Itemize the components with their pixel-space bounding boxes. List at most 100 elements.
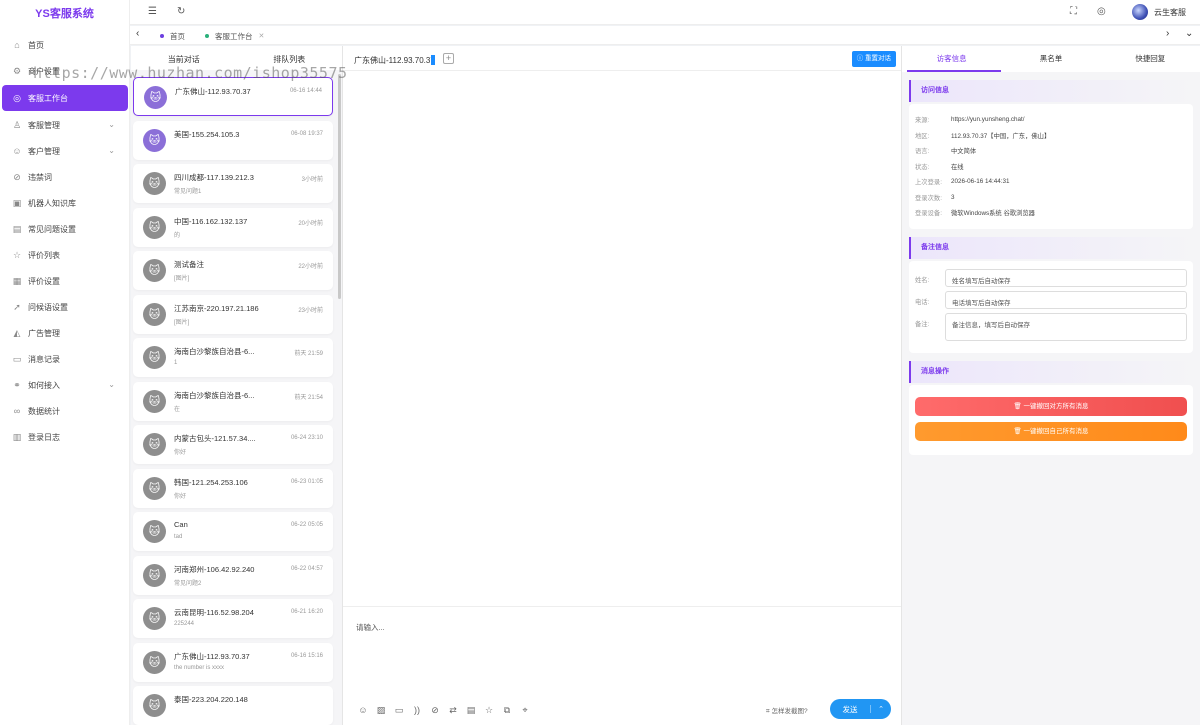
avatar: 🐱 (143, 476, 166, 500)
star-icon[interactable]: ☆ (480, 705, 498, 716)
conversation-time: 前天 21:54 (294, 394, 323, 401)
app-logo: YS客服系统 (35, 8, 94, 20)
sidebar-item-5[interactable]: ⊘ 违禁词 (0, 164, 129, 190)
visit-info-value: 3 (951, 193, 955, 201)
conversation-name: 海南白沙黎族自治县-6... (174, 390, 255, 400)
conversation-item[interactable]: 🐱 广东佛山-112.93.70.37 06-16 14:44 (133, 77, 333, 116)
sidebar-item-6[interactable]: ▣ 机器人知识库 (0, 190, 129, 216)
sidebar-item-label: 评价列表 (28, 250, 60, 260)
conversation-item[interactable]: 🐱 Can 06-22 05:05 tad (133, 512, 333, 551)
reset-conversation-button[interactable]: ⓘ 重置对话 (851, 51, 896, 67)
send-icon: ➚ (13, 302, 21, 312)
note-field[interactable]: 备注信息，填写后自动保存 (945, 312, 1187, 341)
chat-toolbar: ☺ ▨ ▭ )) ⊘ ⇄ ▤ ☆ ⧉ ⌖ (354, 705, 534, 716)
conversation-item[interactable]: 🐱 云南昆明-116.52.98.204 06-21 16:20 225244 (133, 599, 333, 638)
conversation-last-message: 常见问题1 (174, 189, 202, 195)
conversation-item[interactable]: 🐱 海南白沙黎族自治县-6... 前天 21:59 1 (133, 338, 333, 377)
sidebar-item-13[interactable]: ⚭ 如何接入 ⌄ (0, 372, 129, 398)
conversation-item[interactable]: 🐱 泰国-223.204.220.148 (133, 686, 333, 725)
conversation-time: 06-08 19:37 (290, 130, 323, 137)
phone-label: 电话: (915, 298, 930, 306)
menu-toggle-icon[interactable]: ☰ (148, 6, 157, 17)
refresh-icon[interactable]: ↻ (177, 6, 185, 17)
conversation-time: 06-16 14:44 (289, 88, 322, 94)
tab-home[interactable]: 首页 (160, 29, 185, 43)
sidebar-item-15[interactable]: ▥ 登录日志 (0, 424, 129, 450)
page-tabs: ‹ 首页 客服工作台 ✕ › ⌄ (130, 26, 1200, 45)
conversation-time: 06-21 16:20 (290, 609, 323, 615)
faq-icon[interactable]: ▤ (462, 705, 480, 716)
visit-info-row: 来源: https://yun.yunsheng.chat/ (915, 112, 1187, 128)
chat-status-marker (431, 55, 435, 65)
tab-label: 首页 (170, 31, 185, 41)
conversation-item[interactable]: 🐱 美国-155.254.105.3 06-08 19:37 (133, 120, 333, 160)
username: 云生客服 (1154, 7, 1186, 17)
sidebar-item-8[interactable]: ☆ 评价列表 (0, 242, 129, 268)
sidebar-item-0[interactable]: ⌂ 首页 (0, 32, 129, 58)
conversation-item[interactable]: 🐱 内蒙古包头-121.57.34.... 06-24 23:10 你好 (133, 425, 333, 464)
tab-close-icon[interactable]: ✕ (259, 32, 265, 40)
tab-workbench[interactable]: 客服工作台 ✕ (205, 29, 264, 43)
sidebar-item-1[interactable]: ⚙ 商户设置 (0, 58, 129, 84)
shuffle-icon[interactable]: ⇄ (444, 705, 462, 716)
expand-icon[interactable]: + (443, 53, 454, 64)
sidebar-item-9[interactable]: ▦ 评价设置 (0, 268, 129, 294)
conversation-item[interactable]: 🐱 河南郑州-106.42.92.240 06-22 04:57 常见问题2 (133, 555, 333, 595)
chevron-down-icon: ⌄ (108, 380, 115, 389)
tab-quick-reply[interactable]: 快捷回复 (1101, 46, 1200, 72)
sidebar-item-4[interactable]: ☺ 客户管理 ⌄ (0, 138, 129, 164)
tab-queue-list[interactable]: 排队列表 (237, 46, 343, 70)
tabs-prev-icon[interactable]: ‹ (136, 28, 139, 39)
conversation-name: 河南郑州-106.42.92.240 (174, 564, 255, 574)
visit-info-row: 上次登录: 2026-06-16 14:44:31 (915, 174, 1187, 190)
sidebar-item-14[interactable]: ∞ 数据统计 (0, 398, 129, 424)
tabs-dropdown-icon[interactable]: ⌄ (1185, 28, 1193, 39)
conversation-scrollbar[interactable] (338, 74, 341, 299)
fullscreen-icon[interactable]: ⛶ (1070, 6, 1077, 17)
settings-icon[interactable]: ◎ (1097, 6, 1106, 17)
recall-own-messages-button[interactable]: 🗑 一键撤回自己所有消息 (915, 421, 1187, 441)
recall-other-messages-button[interactable]: 🗑 一键撤回对方所有消息 (915, 396, 1187, 416)
send-button[interactable]: 发送 ⌃ (830, 699, 891, 719)
conversation-last-message: 225244 (174, 621, 195, 627)
tab-blacklist[interactable]: 黑名单 (1001, 46, 1100, 72)
voice-icon[interactable]: )) (408, 705, 426, 716)
conversation-item[interactable]: 🐱 江苏南京-220.197.21.186 23小时前 [图片] (133, 294, 333, 334)
sidebar-item-10[interactable]: ➚ 问候语设置 (0, 294, 129, 320)
sidebar-item-label: 如何接入 (28, 380, 60, 390)
conversation-item[interactable]: 🐱 海南白沙黎族自治县-6... 前天 21:54 在 (133, 381, 333, 421)
folder-icon[interactable]: ▭ (390, 705, 408, 716)
message-input[interactable]: 请输入... (356, 622, 385, 633)
location-icon[interactable]: ⌖ (516, 705, 534, 716)
conversation-item[interactable]: 🐱 四川成都-117.139.212.3 3小时前 常见问题1 (133, 164, 333, 203)
conversation-item[interactable]: 🐱 韩国-121.254.253.106 06-23 01:05 你好 (133, 468, 333, 508)
tab-label: 客服工作台 (215, 31, 253, 41)
conversation-item[interactable]: 🐱 中国-116.162.132.137 20小时前的 (133, 207, 333, 247)
tabs-next-icon[interactable]: › (1166, 28, 1169, 39)
tab-visitor-info[interactable]: 访客信息 (902, 46, 1002, 72)
user-menu[interactable]: 云生客服 (1132, 4, 1186, 20)
translate-icon[interactable]: ⧉ (498, 705, 516, 716)
sidebar-item-7[interactable]: ▤ 常见问题设置 (0, 216, 129, 242)
sidebar-item-12[interactable]: ▭ 消息记录 (0, 346, 129, 372)
sidebar-item-label: 数据统计 (28, 406, 60, 416)
emoji-icon[interactable]: ☺ (354, 705, 372, 716)
phone-field[interactable]: 电话填写后自动保存 (945, 290, 1187, 309)
block-icon[interactable]: ⊘ (426, 705, 444, 716)
sidebar-item-2[interactable]: ◎ 客服工作台 (2, 85, 128, 111)
tab-current-conversations[interactable]: 当前对话 (131, 46, 237, 70)
conversation-last-message: 你好 (174, 450, 187, 456)
conversation-name: 美国-155.254.105.3 (174, 129, 240, 139)
conversation-last-message: 你好 (174, 493, 187, 500)
sidebar-item-3[interactable]: ♙ 客服管理 ⌄ (0, 112, 129, 138)
image-icon[interactable]: ▨ (372, 705, 390, 716)
sidebar-item-11[interactable]: ◭ 广告管理 (0, 320, 129, 346)
conversation-item[interactable]: 🐱 广东佛山-112.93.70.37 06-16 15:16 the number … (133, 642, 333, 682)
send-options-icon[interactable]: ⌃ (870, 705, 891, 713)
conversation-name: 海南白沙黎族自治县-6... (174, 347, 255, 356)
conversation-item[interactable]: 🐱 测试备注 22小时前 [图片] (133, 251, 333, 290)
screenshot-help-link[interactable]: ⌗ 怎样发截图? (766, 705, 808, 716)
top-bar: ☰ ↻ ⛶ ◎ 云生客服 (130, 0, 1200, 25)
name-field[interactable]: 姓名填写后自动保存 (945, 268, 1187, 287)
conversation-last-message: [图片] (174, 276, 190, 282)
